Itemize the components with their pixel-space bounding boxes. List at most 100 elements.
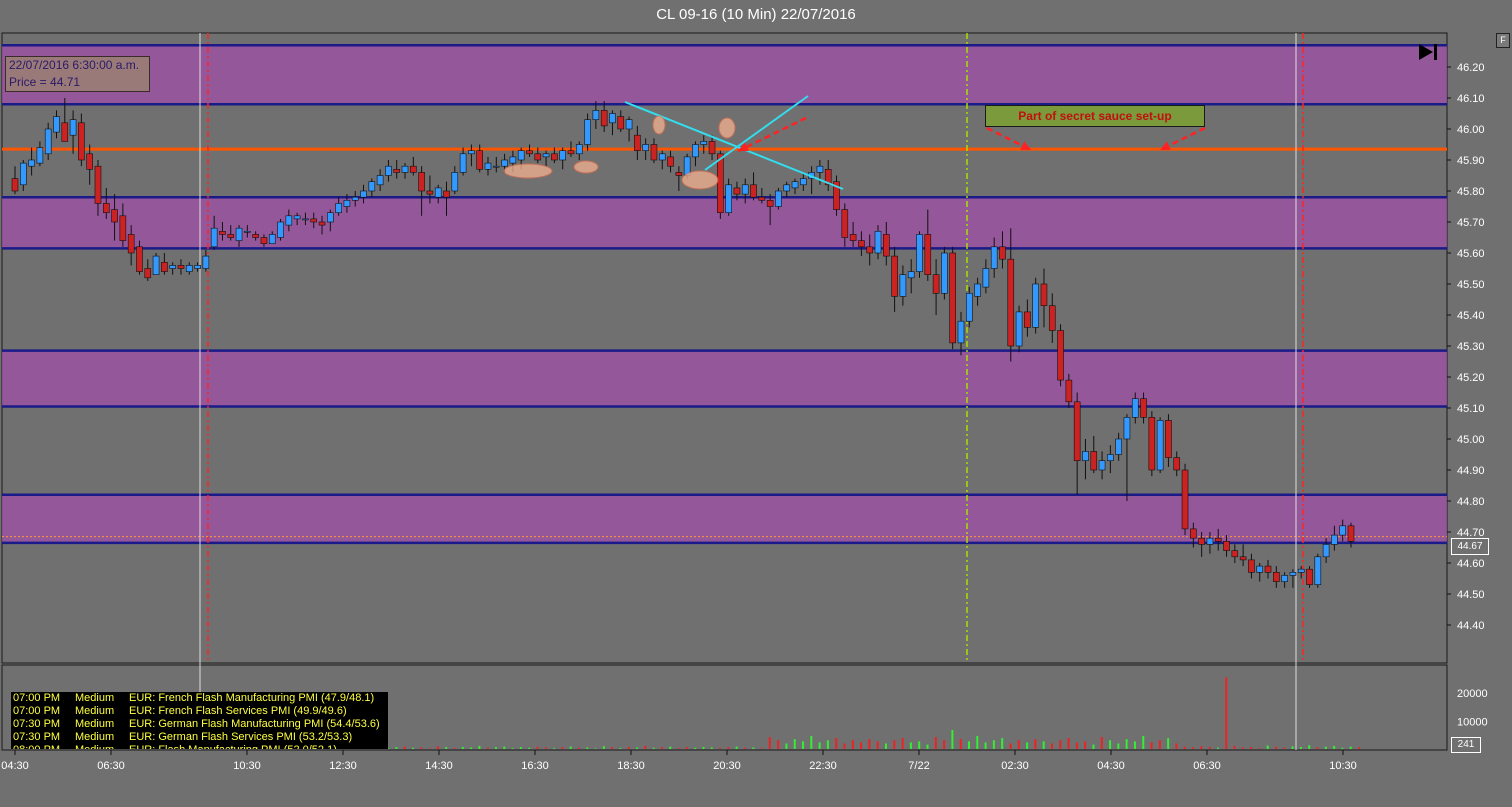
candle-body bbox=[866, 246, 874, 254]
candle-body bbox=[69, 119, 77, 136]
price-tick-label: 45.80 bbox=[1457, 186, 1485, 198]
crosshair-datetime: 22/07/2016 6:30:00 a.m. bbox=[9, 58, 140, 72]
candle-body bbox=[883, 234, 890, 257]
candle-body bbox=[219, 231, 226, 235]
candle-body bbox=[318, 221, 326, 226]
candle-body bbox=[1256, 565, 1264, 573]
candle-body bbox=[625, 119, 633, 130]
candle bbox=[916, 231, 923, 278]
zone-band bbox=[2, 197, 1447, 249]
candle bbox=[1057, 324, 1064, 387]
news-time: 07:30 PM bbox=[13, 718, 61, 730]
candle-body bbox=[1057, 330, 1064, 381]
volume-tick-label: 20000 bbox=[1457, 688, 1488, 700]
news-impact: Medium bbox=[75, 744, 129, 749]
zone-band bbox=[2, 494, 1447, 543]
candle-body bbox=[119, 215, 127, 241]
time-tick-label: 16:30 bbox=[521, 760, 549, 772]
price-tick-label: 45.20 bbox=[1457, 372, 1485, 384]
candle-body bbox=[368, 181, 376, 192]
candle-body bbox=[1190, 528, 1197, 539]
candle-body bbox=[1181, 469, 1189, 530]
candle bbox=[941, 246, 948, 300]
candle-body bbox=[758, 196, 766, 201]
news-time: 07:30 PM bbox=[13, 731, 61, 743]
news-row: 07:00 PM Medium EUR: French Flash Services… bbox=[11, 705, 388, 718]
candle-body bbox=[1223, 540, 1230, 551]
candle-body bbox=[310, 218, 318, 223]
candle bbox=[1148, 411, 1156, 477]
candle-body bbox=[476, 150, 483, 170]
candle-body bbox=[791, 181, 799, 189]
annotation-callout[interactable]: Part of secret sauce set-up bbox=[985, 105, 1205, 127]
candle-body bbox=[443, 190, 450, 198]
time-tick-label: 22:30 bbox=[809, 760, 837, 772]
candle-body bbox=[1206, 537, 1214, 545]
candle-body bbox=[766, 200, 774, 207]
candle-body bbox=[185, 265, 193, 272]
candle-body bbox=[974, 283, 981, 297]
candle-body bbox=[86, 153, 93, 170]
candle-body bbox=[1098, 460, 1106, 471]
candle-body bbox=[592, 110, 600, 121]
candle-body bbox=[1331, 534, 1338, 545]
candle-body bbox=[36, 147, 44, 164]
candle bbox=[1032, 277, 1039, 334]
candle-body bbox=[675, 172, 683, 176]
candle-body bbox=[891, 255, 898, 297]
candle-body bbox=[617, 116, 625, 130]
candle-body bbox=[1264, 565, 1272, 573]
candle-body bbox=[210, 227, 218, 248]
candle-body bbox=[136, 246, 143, 272]
news-event: EUR: Flash Manufacturing PMI (52.0/52.1) bbox=[129, 744, 337, 749]
candle-body bbox=[252, 234, 259, 238]
candle-body bbox=[277, 221, 284, 238]
candle-body bbox=[1165, 420, 1172, 458]
candle-body bbox=[194, 265, 201, 269]
time-tick-label: 12:30 bbox=[329, 760, 357, 772]
candle-body bbox=[559, 150, 566, 161]
news-impact: Medium bbox=[75, 731, 115, 743]
candle-body bbox=[1297, 568, 1305, 573]
candle-body bbox=[916, 234, 923, 272]
candle bbox=[775, 187, 782, 210]
candle-body bbox=[111, 209, 118, 223]
candle-body bbox=[1239, 556, 1247, 561]
candle-body bbox=[244, 231, 251, 233]
price-tick-label: 45.40 bbox=[1457, 310, 1485, 322]
candle-body bbox=[285, 215, 293, 226]
news-event: EUR: French Flash Manufacturing PMI (47.… bbox=[129, 692, 375, 704]
float-toggle[interactable]: F bbox=[1496, 33, 1510, 48]
candle-body bbox=[343, 200, 351, 207]
candle-body bbox=[418, 172, 425, 192]
candle-body bbox=[235, 227, 243, 241]
price-chart[interactable]: 46.20 46.10 46.00 45.90 45.80 45.70 45.60 45.50… bbox=[0, 0, 1512, 807]
candle-body bbox=[841, 209, 849, 238]
candle-body bbox=[227, 234, 235, 238]
candle bbox=[1314, 553, 1322, 588]
candle-body bbox=[700, 141, 708, 145]
candle-body bbox=[451, 172, 459, 192]
candle-body bbox=[999, 246, 1006, 260]
candle-body bbox=[1024, 311, 1031, 328]
candle-body bbox=[1198, 537, 1205, 545]
time-tick-label: 10:30 bbox=[1329, 760, 1357, 772]
candle-body bbox=[1281, 575, 1288, 582]
crosshair-readout: 22/07/2016 6:30:00 a.m. Price = 44.71 bbox=[5, 56, 150, 92]
price-tick-label: 45.00 bbox=[1457, 434, 1485, 446]
candle-body bbox=[1306, 568, 1313, 586]
candle-body bbox=[965, 292, 973, 322]
news-time: 08:00 PM bbox=[13, 744, 75, 749]
candle-body bbox=[161, 261, 168, 272]
candle-body bbox=[717, 153, 724, 214]
news-impact: Medium bbox=[75, 705, 115, 717]
candle bbox=[949, 246, 956, 350]
candle-body bbox=[1173, 457, 1181, 471]
candle-body bbox=[708, 141, 716, 155]
go-to-latest-icon[interactable] bbox=[1418, 42, 1440, 62]
candle bbox=[1181, 463, 1189, 536]
candle bbox=[1156, 417, 1164, 474]
news-impact: Medium bbox=[75, 718, 115, 730]
news-impact: Medium bbox=[75, 692, 115, 704]
news-panel: 07:00 PM Medium EUR: French Flash Manufact… bbox=[11, 692, 388, 749]
